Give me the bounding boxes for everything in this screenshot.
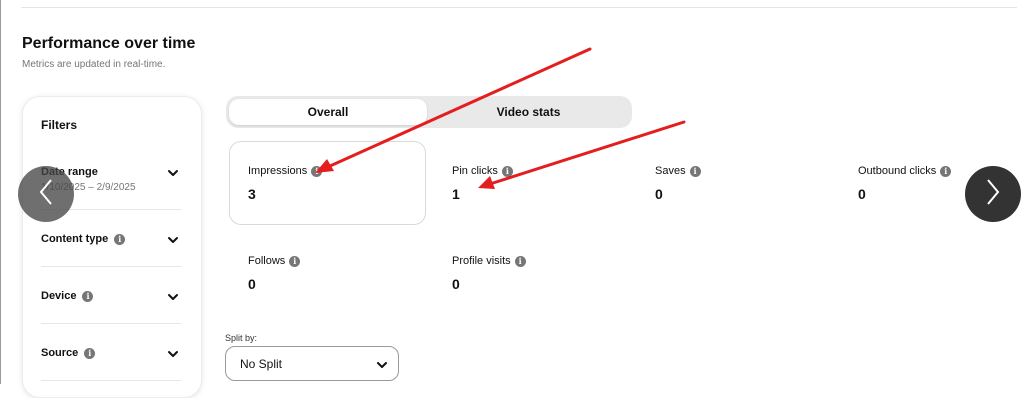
info-icon[interactable]: i	[84, 347, 96, 359]
filter-label: Content type	[41, 233, 109, 245]
info-icon[interactable]: i	[289, 255, 301, 267]
metric-profile-visits[interactable]: Profile visits i 0	[452, 255, 526, 292]
section-subtitle: Metrics are updated in real-time.	[22, 59, 166, 70]
split-by-label: Split by:	[225, 333, 258, 343]
metric-value: 0	[452, 276, 460, 292]
filter-divider	[41, 266, 181, 267]
split-by-value: No Split	[240, 356, 283, 371]
metric-label: Saves	[655, 165, 686, 177]
metric-value: 0	[655, 186, 663, 202]
metric-outbound-clicks[interactable]: Outbound clicks i 0	[858, 165, 952, 202]
top-divider	[21, 7, 1017, 8]
metric-value: 1	[452, 186, 460, 202]
chevron-down-icon	[376, 359, 388, 374]
filter-content-type[interactable]: Content type i	[41, 233, 181, 245]
tab-overall[interactable]: Overall	[229, 99, 427, 125]
metric-value: 0	[858, 186, 866, 202]
section-title: Performance over time	[22, 35, 196, 52]
chevron-right-icon	[983, 177, 1003, 212]
metric-label: Outbound clicks	[858, 165, 937, 177]
metric-value: 0	[248, 276, 256, 292]
filter-label: Device	[41, 290, 77, 302]
filter-label: Source	[41, 347, 79, 359]
metric-label: Follows	[248, 255, 286, 267]
metric-label: Profile visits	[452, 255, 511, 267]
chevron-down-icon	[167, 233, 179, 251]
metric-label: Pin clicks	[452, 165, 498, 177]
filters-title: Filters	[41, 118, 78, 132]
filter-device[interactable]: Device i	[41, 290, 181, 302]
carousel-next-button[interactable]	[965, 166, 1021, 222]
info-icon[interactable]: i	[940, 165, 952, 177]
split-by-select[interactable]: No Split	[225, 346, 399, 381]
page-border	[0, 0, 1, 384]
info-icon[interactable]: i	[501, 165, 513, 177]
filter-divider	[41, 380, 181, 381]
chevron-left-icon	[36, 177, 56, 212]
metric-label: Impressions	[248, 165, 308, 177]
info-icon[interactable]: i	[311, 165, 323, 177]
tab-video-stats[interactable]: Video stats	[428, 99, 629, 125]
chevron-down-icon	[167, 290, 179, 308]
metric-pin-clicks[interactable]: Pin clicks i 1	[452, 165, 513, 202]
metric-impressions[interactable]: Impressions i 3	[248, 165, 323, 202]
info-icon[interactable]: i	[82, 290, 94, 302]
filter-source[interactable]: Source i	[41, 347, 181, 359]
info-icon[interactable]: i	[514, 255, 526, 267]
info-icon[interactable]: i	[689, 165, 701, 177]
info-icon[interactable]: i	[114, 233, 126, 245]
chevron-down-icon	[167, 347, 179, 365]
filter-divider	[41, 323, 181, 324]
chevron-down-icon	[167, 166, 179, 184]
stats-tabs: Overall Video stats	[226, 96, 632, 128]
metric-saves[interactable]: Saves i 0	[655, 165, 701, 202]
metric-follows[interactable]: Follows i 0	[248, 255, 301, 292]
metric-value: 3	[248, 186, 256, 202]
carousel-prev-button[interactable]	[18, 166, 74, 222]
